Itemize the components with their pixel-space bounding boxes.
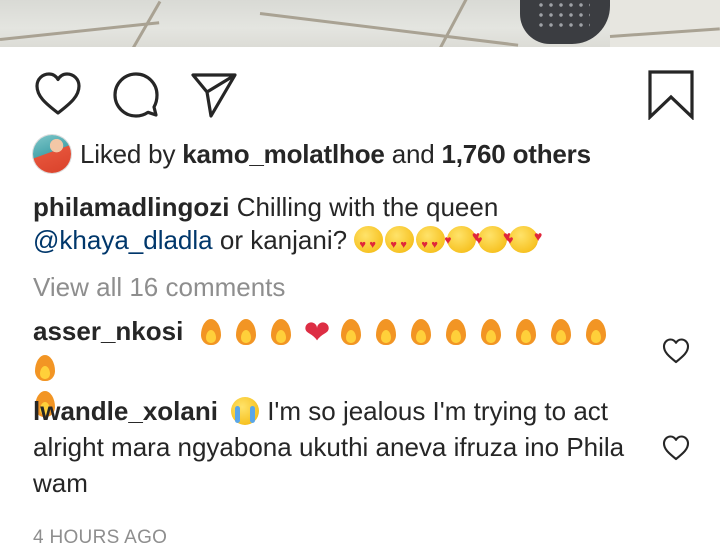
- caption-emojis: [354, 220, 542, 262]
- fire-emoji: [199, 315, 223, 345]
- likes-prefix: Liked by: [80, 138, 176, 169]
- smiling-hearts-emoji: [475, 220, 511, 257]
- crying-face-emoji: [231, 397, 260, 425]
- star-struck-emoji: [385, 226, 415, 262]
- bookmark-icon[interactable]: [646, 70, 696, 120]
- comment-like-heart-icon[interactable]: [661, 336, 691, 366]
- floor-tile-line: [259, 12, 519, 47]
- fire-emoji: [479, 315, 503, 345]
- comment-item: lwandle_xolani I'm so jealous I'm trying…: [33, 393, 653, 501]
- heart-outline-icon[interactable]: [33, 70, 83, 120]
- post-caption: philamadlingozi Chilling with the queen …: [33, 191, 673, 262]
- fire-emoji: [234, 315, 258, 345]
- likes-count[interactable]: 1,760 others: [442, 139, 592, 169]
- likes-and: and: [391, 138, 435, 169]
- fire-emoji: [339, 315, 363, 345]
- post-photo-bottom: [0, 0, 720, 47]
- star-struck-emoji: [416, 226, 446, 262]
- sneaker: [520, 0, 610, 44]
- fire-emoji: [514, 315, 538, 345]
- liker-username[interactable]: kamo_molatlhoe: [182, 139, 385, 169]
- fire-emoji: [33, 351, 57, 381]
- caption-mention[interactable]: @khaya_dladla: [33, 225, 213, 255]
- comment-username[interactable]: asser_nkosi: [33, 316, 183, 346]
- fire-emoji: [584, 315, 608, 345]
- post-timestamp: 4 HOURS AGO: [33, 527, 168, 548]
- fire-emoji: [549, 315, 573, 345]
- comment-like-heart-icon[interactable]: [661, 433, 691, 463]
- paper-plane-icon[interactable]: [189, 70, 239, 120]
- red-heart-emoji: ❤: [303, 314, 331, 350]
- view-all-comments-link[interactable]: View all 16 comments: [33, 272, 285, 303]
- fire-emoji: [374, 315, 398, 345]
- floor-tile: [610, 0, 720, 47]
- comment-username[interactable]: lwandle_xolani: [33, 396, 218, 426]
- fire-emoji: [269, 315, 293, 345]
- floor-tile-line: [0, 21, 160, 41]
- likes-summary: Liked by kamo_molatlhoe and 1,760 others: [33, 133, 591, 175]
- fire-emoji: [409, 315, 433, 345]
- caption-text-after: or kanjani?: [219, 225, 348, 255]
- smiling-hearts-emoji: [506, 220, 542, 257]
- caption-username[interactable]: philamadlingozi: [33, 192, 229, 222]
- liker-avatar[interactable]: [33, 135, 71, 173]
- smiling-hearts-emoji: [444, 220, 480, 257]
- caption-text: Chilling with the queen: [236, 192, 499, 222]
- star-struck-emoji: [354, 226, 384, 262]
- speech-bubble-icon[interactable]: [111, 70, 161, 120]
- fire-emoji: [444, 315, 468, 345]
- likes-text[interactable]: Liked by kamo_molatlhoe and 1,760 others: [80, 139, 591, 170]
- post-action-bar: [0, 70, 720, 120]
